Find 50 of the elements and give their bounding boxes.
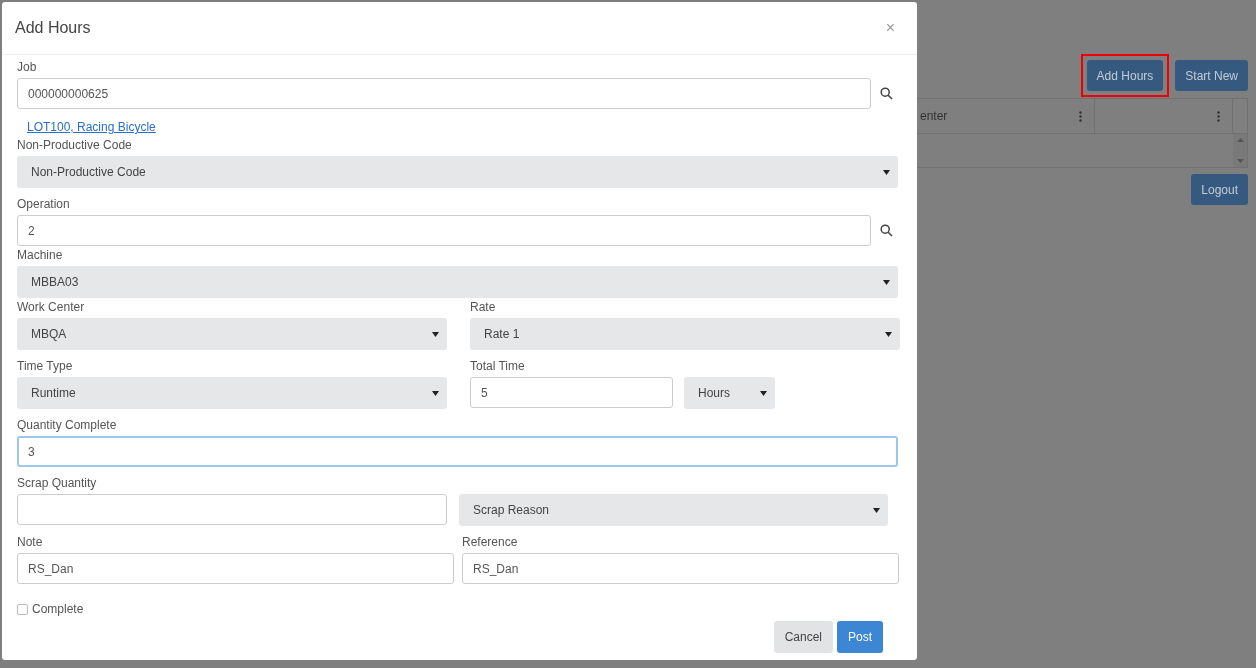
field-label: Total Time bbox=[470, 358, 526, 374]
checkbox[interactable] bbox=[17, 603, 28, 615]
scroll-down-icon[interactable] bbox=[1236, 159, 1244, 163]
caret-icon bbox=[432, 390, 439, 396]
add-hours-button[interactable]: Add Hours bbox=[1086, 60, 1164, 91]
dropdown[interactable]: Rate 1 bbox=[470, 318, 900, 350]
logout-button[interactable]: Logout bbox=[1191, 174, 1248, 205]
text-field[interactable]: RS_Dan bbox=[462, 553, 899, 584]
field-label: Machine bbox=[17, 247, 64, 263]
caret-icon bbox=[883, 279, 890, 285]
text-field[interactable]: 3 bbox=[17, 436, 898, 467]
search-icon[interactable] bbox=[880, 87, 893, 100]
dropdown[interactable]: Non-Productive Code bbox=[17, 156, 898, 188]
caret-icon bbox=[873, 507, 880, 513]
checkbox-label: Complete bbox=[32, 602, 84, 616]
caret-icon bbox=[885, 331, 892, 337]
search-icon[interactable] bbox=[880, 224, 893, 237]
post-button[interactable]: Post bbox=[837, 621, 883, 653]
text-field[interactable]: 2 bbox=[17, 215, 871, 246]
field-label: Rate bbox=[470, 299, 497, 315]
dropdown[interactable]: Scrap Reason bbox=[459, 494, 888, 526]
field-label: Time Type bbox=[17, 358, 74, 374]
text-field[interactable]: 000000000625 bbox=[17, 78, 871, 109]
kebab-menu-icon[interactable] bbox=[1079, 110, 1082, 122]
field-label: Non-Productive Code bbox=[17, 137, 133, 153]
field-label: Quantity Complete bbox=[17, 417, 118, 433]
start-new-button[interactable]: Start New bbox=[1175, 60, 1248, 91]
text-field[interactable] bbox=[17, 494, 447, 525]
dropdown[interactable]: Runtime bbox=[17, 377, 447, 409]
caret-icon bbox=[760, 390, 767, 396]
job-link[interactable]: LOT100, Racing Bicycle bbox=[27, 120, 156, 134]
field-label: Job bbox=[17, 59, 38, 75]
column-header: enter bbox=[920, 109, 948, 123]
caret-icon bbox=[883, 169, 890, 175]
text-field[interactable]: 5 bbox=[470, 377, 673, 408]
field-label: Work Center bbox=[17, 299, 86, 315]
field-label: Scrap Quantity bbox=[17, 475, 98, 491]
field-label: Operation bbox=[17, 196, 71, 212]
field-label: Reference bbox=[462, 534, 519, 550]
cancel-button[interactable]: Cancel bbox=[773, 621, 833, 653]
field-label: Note bbox=[17, 534, 44, 550]
kebab-menu-icon[interactable] bbox=[1217, 110, 1220, 122]
caret-icon bbox=[432, 331, 439, 337]
text-field[interactable]: RS_Dan bbox=[17, 553, 454, 584]
dropdown[interactable]: MBBA03 bbox=[17, 266, 898, 298]
scrollbar[interactable] bbox=[1233, 134, 1247, 167]
dialog-title: Add Hours bbox=[15, 19, 91, 37]
scroll-up-icon[interactable] bbox=[1236, 138, 1244, 142]
dropdown[interactable]: MBQA bbox=[17, 318, 447, 350]
dropdown[interactable]: Hours bbox=[684, 377, 775, 409]
